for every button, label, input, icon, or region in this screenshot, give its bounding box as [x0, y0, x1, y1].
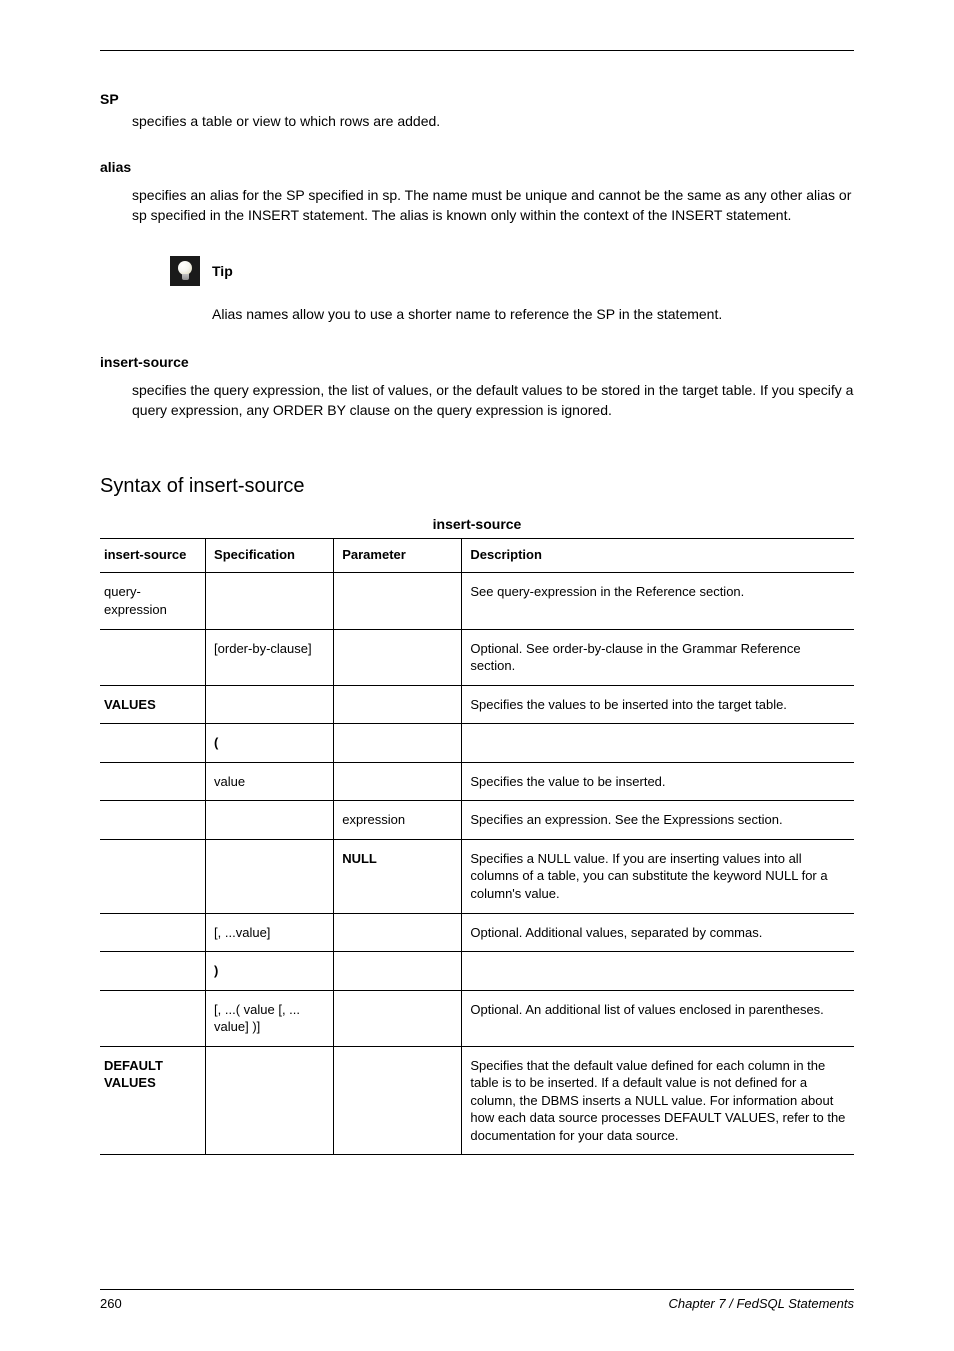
table-caption: insert-source — [100, 516, 854, 532]
cell — [334, 724, 462, 763]
insert-source-label: insert-source — [100, 354, 854, 370]
cell — [100, 913, 206, 952]
cell: expression — [334, 801, 462, 840]
table-row: NULL Specifies a NULL value. If you are … — [100, 839, 854, 913]
cell: NULL — [334, 839, 462, 913]
cell: Specifies an expression. See the Express… — [462, 801, 854, 840]
cell: Specifies a NULL value. If you are inser… — [462, 839, 854, 913]
table-row: [, ...value] Optional. Additional values… — [100, 913, 854, 952]
cell — [100, 724, 206, 763]
table-row: ( — [100, 724, 854, 763]
col-header-desc: Description — [462, 539, 854, 573]
footer-rule — [100, 1289, 854, 1290]
cell — [334, 1046, 462, 1155]
table-header-row: insert-source Specification Parameter De… — [100, 539, 854, 573]
cell — [100, 990, 206, 1046]
sp-label: SP — [100, 91, 119, 107]
table-row: query-expression See query-expression in… — [100, 573, 854, 629]
insert-source-text: specifies the query expression, the list… — [132, 380, 854, 421]
cell: ( — [206, 724, 334, 763]
cell — [100, 839, 206, 913]
cell: DEFAULT VALUES — [100, 1046, 206, 1155]
cell: Optional. See order-by-clause in the Gra… — [462, 629, 854, 685]
cell: value — [206, 762, 334, 801]
cell — [100, 762, 206, 801]
table-row: ) — [100, 952, 854, 991]
header-rule — [100, 50, 854, 51]
cell — [334, 685, 462, 724]
col-header-param: Parameter — [334, 539, 462, 573]
table-row: DEFAULT VALUES Specifies that the defaul… — [100, 1046, 854, 1155]
cell — [334, 913, 462, 952]
table-row: [order-by-clause] Optional. See order-by… — [100, 629, 854, 685]
cell — [206, 1046, 334, 1155]
table-row: expression Specifies an expression. See … — [100, 801, 854, 840]
cell — [334, 952, 462, 991]
cell — [100, 952, 206, 991]
cell — [100, 801, 206, 840]
cell — [334, 990, 462, 1046]
syntax-table: insert-source Specification Parameter De… — [100, 538, 854, 1155]
tip-body: Alias names allow you to use a shorter n… — [212, 304, 854, 324]
cell — [206, 685, 334, 724]
col-header-spec: Specification — [206, 539, 334, 573]
cell: Specifies the value to be inserted. — [462, 762, 854, 801]
lightbulb-icon — [170, 256, 200, 286]
alias-label: alias — [100, 159, 854, 175]
cell — [206, 573, 334, 629]
cell: ) — [206, 952, 334, 991]
alias-text: specifies an alias for the SP specified … — [132, 185, 854, 226]
cell: Optional. Additional values, separated b… — [462, 913, 854, 952]
cell — [334, 629, 462, 685]
cell: Specifies the values to be inserted into… — [462, 685, 854, 724]
cell: Specifies that the default value defined… — [462, 1046, 854, 1155]
sp-block: SP specifies a table or view to which ro… — [100, 91, 854, 129]
cell: [, ...( value [, ... value] )] — [206, 990, 334, 1046]
cell — [334, 573, 462, 629]
cell — [206, 839, 334, 913]
cell: [, ...value] — [206, 913, 334, 952]
page-number: 260 — [100, 1296, 122, 1311]
section-heading: Syntax of insert-source — [100, 475, 854, 498]
cell — [206, 801, 334, 840]
table-body: query-expression See query-expression in… — [100, 573, 854, 1155]
cell: VALUES — [100, 685, 206, 724]
table-row: VALUES Specifies the values to be insert… — [100, 685, 854, 724]
cell: See query-expression in the Reference se… — [462, 573, 854, 629]
tip-callout: Tip — [100, 256, 854, 286]
cell: [order-by-clause] — [206, 629, 334, 685]
cell — [334, 762, 462, 801]
tip-label: Tip — [212, 263, 233, 279]
cell: Optional. An additional list of values e… — [462, 990, 854, 1046]
chapter-label: Chapter 7 / FedSQL Statements — [669, 1296, 854, 1311]
sp-text: specifies a table or view to which rows … — [132, 113, 854, 129]
col-header-source: insert-source — [100, 539, 206, 573]
page-footer: 260 Chapter 7 / FedSQL Statements — [100, 1289, 854, 1311]
cell — [462, 952, 854, 991]
cell: query-expression — [100, 573, 206, 629]
table-row: value Specifies the value to be inserted… — [100, 762, 854, 801]
cell — [462, 724, 854, 763]
table-row: [, ...( value [, ... value] )] Optional.… — [100, 990, 854, 1046]
cell — [100, 629, 206, 685]
